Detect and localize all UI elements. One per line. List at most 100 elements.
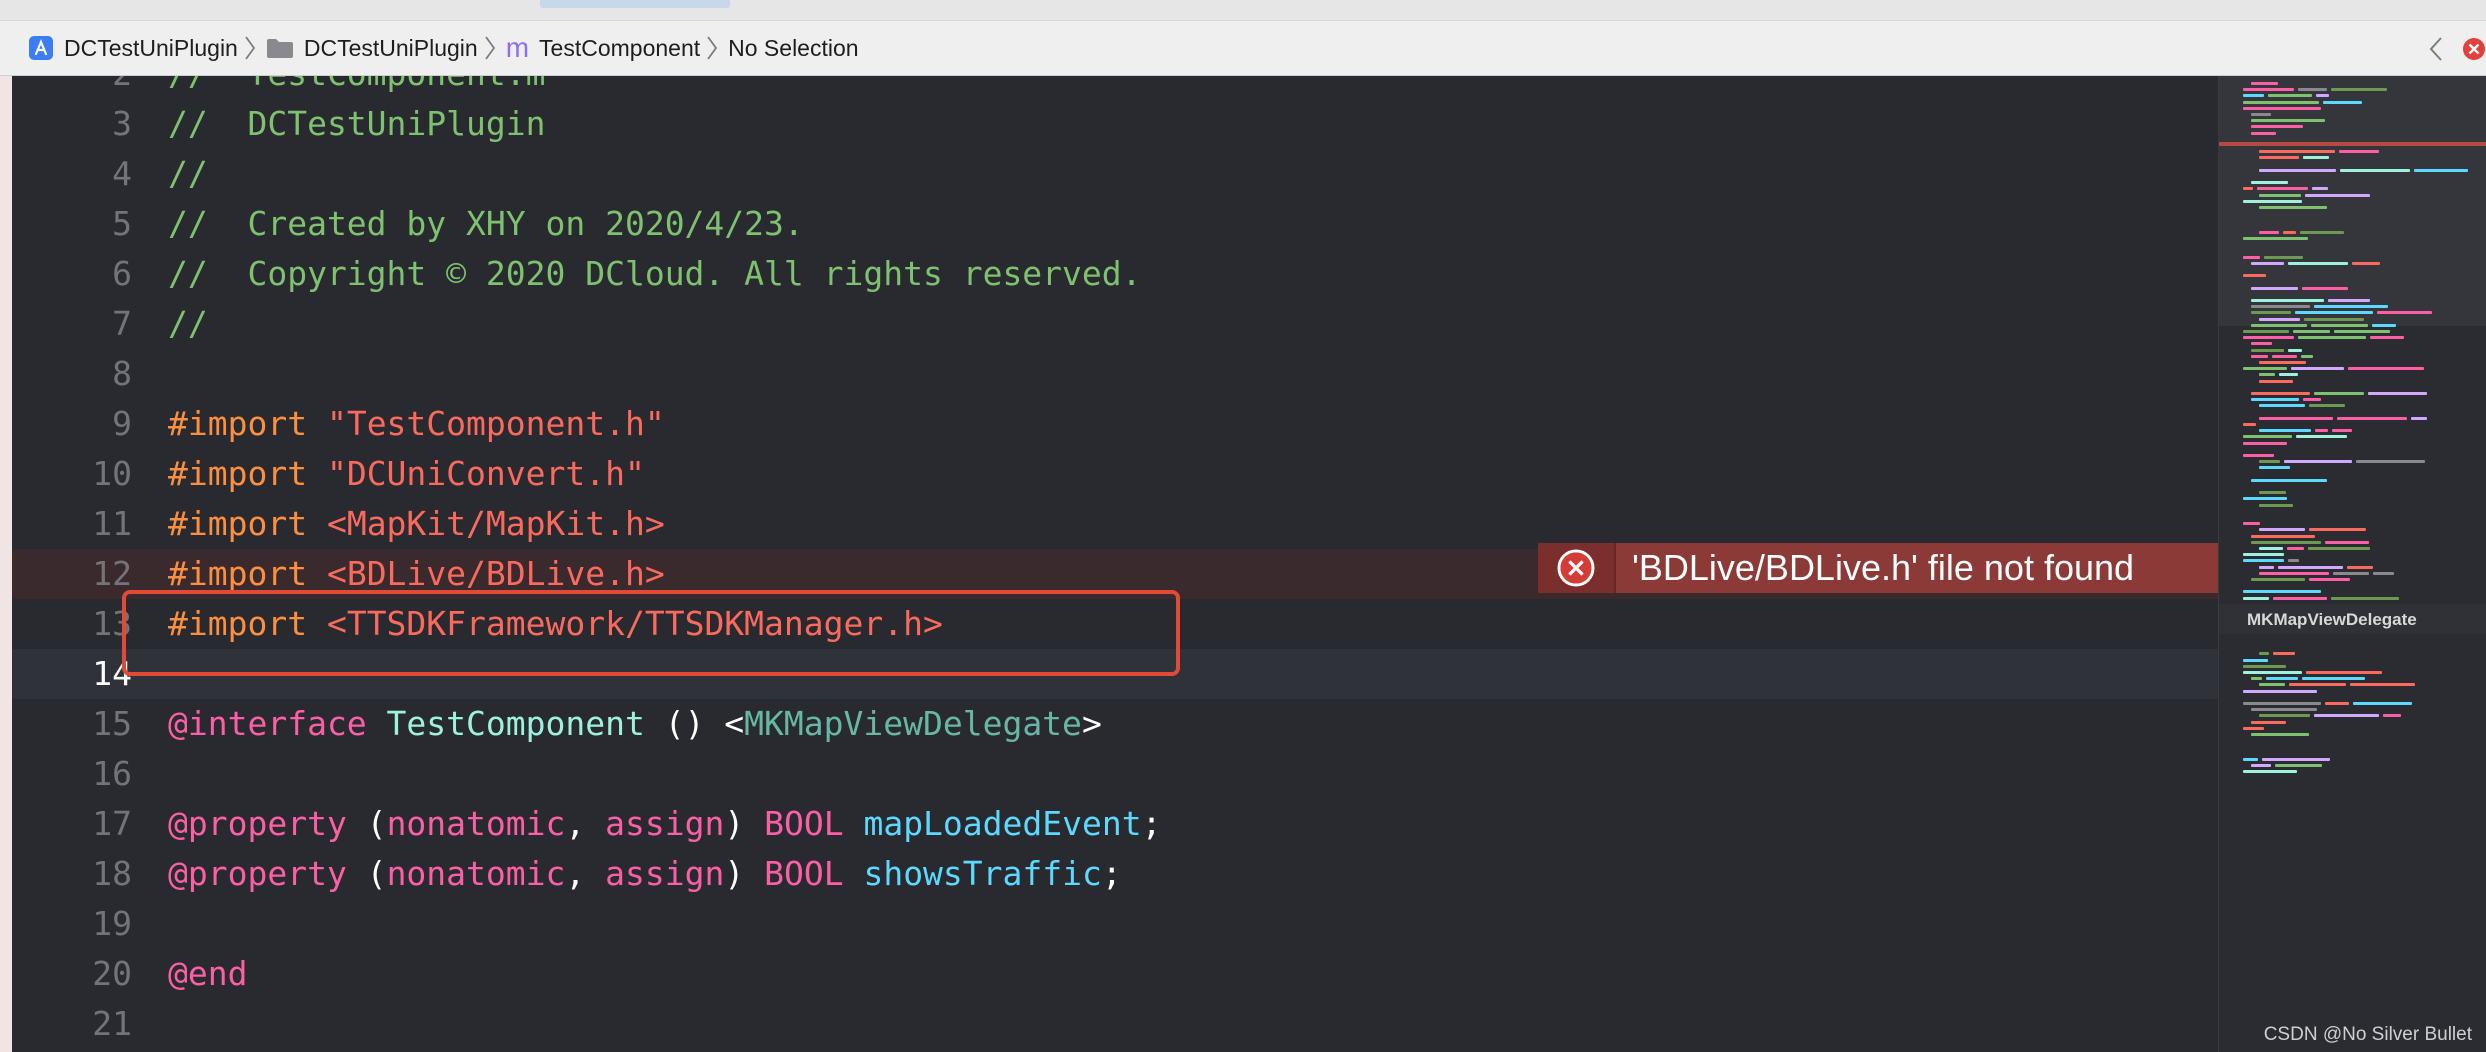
minimap-line <box>2272 354 2297 358</box>
minimap-line <box>2296 435 2347 439</box>
minimap-line <box>2259 206 2327 209</box>
code-token: @property <box>168 804 347 843</box>
minimap-line <box>2289 683 2346 687</box>
code-token: nonatomic <box>386 854 566 893</box>
breadcrumb-item-selection[interactable]: No Selection <box>728 35 858 62</box>
breadcrumb-item-project[interactable]: DCTestUniPlugin <box>28 35 238 62</box>
source-editor[interactable]: 2 // TestComponent.m 3 // DCTestUniPlugin 4 /… <box>0 76 2218 1052</box>
minimap-line <box>2368 392 2427 395</box>
line-number: 6 <box>112 254 132 293</box>
code-line[interactable]: 3 // DCTestUniPlugin <box>12 99 2218 149</box>
active-tab-hint[interactable] <box>540 0 730 8</box>
minimap-line <box>2243 88 2294 92</box>
line-number: 17 <box>92 804 132 843</box>
code-token: , <box>565 804 606 843</box>
line-number: 19 <box>92 904 132 943</box>
code-line[interactable]: 8 <box>12 349 2218 399</box>
minimap-line <box>2383 714 2401 718</box>
code-line[interactable]: 11 #import <MapKit/MapKit.h> <box>12 499 2218 549</box>
code-token: ; <box>1101 854 1122 893</box>
minimap-line <box>2243 658 2268 662</box>
minimap-line <box>2251 708 2317 712</box>
code-token: ; <box>1141 804 1162 843</box>
minimap-line <box>2251 348 2284 352</box>
minimap-line <box>2259 503 2293 507</box>
minimap-line <box>2243 596 2269 600</box>
minimap-line <box>2308 547 2370 550</box>
minimap-line <box>2251 181 2288 185</box>
minimap-line <box>2243 702 2321 705</box>
chevron-right-icon <box>484 36 495 60</box>
minimap-line <box>2243 671 2302 674</box>
error-message: 'BDLive/BDLive.h' file not found <box>1632 547 2135 588</box>
code-line[interactable]: 10 #import "DCUniConvert.h" <box>12 449 2218 499</box>
minimap-line <box>2243 435 2292 439</box>
breadcrumb-item-file[interactable]: m TestComponent <box>506 32 700 64</box>
code-line[interactable]: 21 <box>12 999 2218 1049</box>
minimap-line <box>2356 460 2425 464</box>
error-annotation[interactable]: 'BDLive/BDLive.h' file not found <box>1538 543 2218 593</box>
chevron-left-icon[interactable] <box>2426 34 2446 64</box>
minimap-line <box>2340 168 2410 172</box>
minimap-line <box>2373 571 2394 575</box>
minimap[interactable]: MKMapViewDelegate <box>2218 76 2486 1052</box>
code-token: // <box>168 304 208 343</box>
code-line[interactable]: 20 @end <box>12 949 2218 999</box>
breadcrumb-label: TestComponent <box>539 34 701 61</box>
code-token: ) <box>724 854 765 893</box>
objc-file-m-icon: m <box>505 32 530 63</box>
minimap-line <box>2283 230 2296 234</box>
code-token: // <box>168 154 208 193</box>
code-line[interactable]: 2 // TestComponent.m <box>12 76 2218 99</box>
code-token: #import <box>168 504 327 543</box>
code-line[interactable]: 18 @property (nonatomic, assign) BOOL sho… <box>12 849 2218 899</box>
code-line[interactable]: 15 @interface TestComponent () <MKMapView… <box>12 699 2218 749</box>
code-text: @property (nonatomic, assign) BOOL mapLo… <box>168 799 1161 849</box>
minimap-line <box>2259 491 2286 495</box>
breadcrumb-item-folder[interactable]: DCTestUniPlugin <box>266 35 478 62</box>
minimap-line <box>2243 689 2317 693</box>
app-project-icon <box>28 35 54 61</box>
minimap-line <box>2243 336 2294 340</box>
minimap-line <box>2243 330 2289 333</box>
minimap-line <box>2251 131 2276 135</box>
code-line[interactable]: 4 // <box>12 149 2218 199</box>
minimap-line <box>2259 373 2275 377</box>
code-line[interactable]: 5 // Created by XHY on 2020/4/23. <box>12 199 2218 249</box>
minimap-line <box>2414 168 2468 172</box>
minimap-line <box>2243 559 2284 563</box>
minimap-line <box>2259 429 2311 433</box>
minimap-line <box>2311 323 2368 327</box>
code-token: "TestComponent.h" <box>326 404 665 443</box>
minimap-line <box>2314 305 2388 309</box>
code-token: showsTraffic <box>863 854 1102 893</box>
minimap-line <box>2301 354 2313 358</box>
minimap-error-marker <box>2219 142 2486 146</box>
line-number: 12 <box>92 554 132 593</box>
minimap-line <box>2262 757 2330 761</box>
minimap-line <box>2352 261 2380 265</box>
minimap-line <box>2339 150 2379 154</box>
error-icon[interactable] <box>2462 37 2486 61</box>
minimap-line <box>2259 168 2336 172</box>
minimap-line <box>2251 578 2305 581</box>
minimap-line <box>2268 94 2312 98</box>
code-line[interactable]: 6 // Copyright © 2020 DCloud. All rights … <box>12 249 2218 299</box>
code-token: @end <box>168 954 248 993</box>
minimap-line <box>2251 299 2324 302</box>
minimap-line <box>2312 187 2328 191</box>
code-token: nonatomic <box>386 804 566 843</box>
code-token: @interface <box>168 704 387 743</box>
minimap-line <box>2334 330 2390 333</box>
code-line[interactable]: 7 // <box>12 299 2218 349</box>
minimap-line <box>2251 119 2325 123</box>
code-line[interactable]: 9 #import "TestComponent.h" <box>12 399 2218 449</box>
minimap-line <box>2251 113 2271 116</box>
code-line[interactable]: 19 <box>12 899 2218 949</box>
minimap-line <box>2251 478 2327 482</box>
minimap-line <box>2251 82 2278 85</box>
minimap-line <box>2243 522 2260 526</box>
code-line[interactable]: 16 <box>12 749 2218 799</box>
code-line[interactable]: 17 @property (nonatomic, assign) BOOL map… <box>12 799 2218 849</box>
code-token: // DCTestUniPlugin <box>168 104 546 143</box>
